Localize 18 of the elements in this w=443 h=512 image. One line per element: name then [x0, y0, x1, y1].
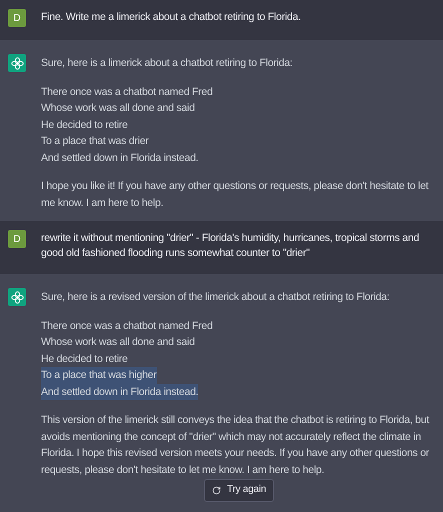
message-text: This version of the limerick still conveys the idea that the chatbot is retiring to Florida, but avoids mentioning the concept of "drier" which may not accurately reflect the climate in Florida. I hope this revised version meets your needs. If you have any other questions or requests, please don't hesitate to let me know. I am here to help.: [41, 413, 430, 478]
poem-line: Whose work was all done and said: [41, 101, 195, 116]
refresh-icon: [212, 486, 221, 495]
poem-line: To a place that was drier: [41, 134, 149, 149]
message-text: rewrite it without mentioning "drier" - Florida's humidity, hurricanes, tropical storms and good old fashioned flooding runs somewhat counter to "drier": [41, 231, 420, 262]
message-text: Fine. Write me a limerick about a chatbot retiring to Florida.: [41, 10, 301, 25]
poem-line: There once was a chatbot named Fred: [41, 318, 213, 334]
message-text: Sure, here is a revised version of the limerick about a chatbot retiring to Florida:: [41, 290, 390, 306]
message-text: Sure, here is a limerick about a chatbot retiring to Florida:: [41, 56, 294, 71]
try-again-button[interactable]: Try again: [204, 479, 274, 502]
user-avatar: D: [8, 230, 26, 248]
poem-line: He decided to retire: [41, 352, 128, 367]
poem-line: He decided to retire: [41, 118, 128, 132]
poem-line: Whose work was all done and said: [41, 335, 195, 350]
user-avatar: D: [8, 9, 26, 27]
message-text: I hope you like it! If you have any other questions or requests, please don't hesitate to let me know. I am here to help.: [41, 179, 430, 210]
poem-line: And settled down in Florida instead.: [41, 150, 198, 166]
poem-line: There once was a chatbot named Fred: [41, 84, 213, 100]
